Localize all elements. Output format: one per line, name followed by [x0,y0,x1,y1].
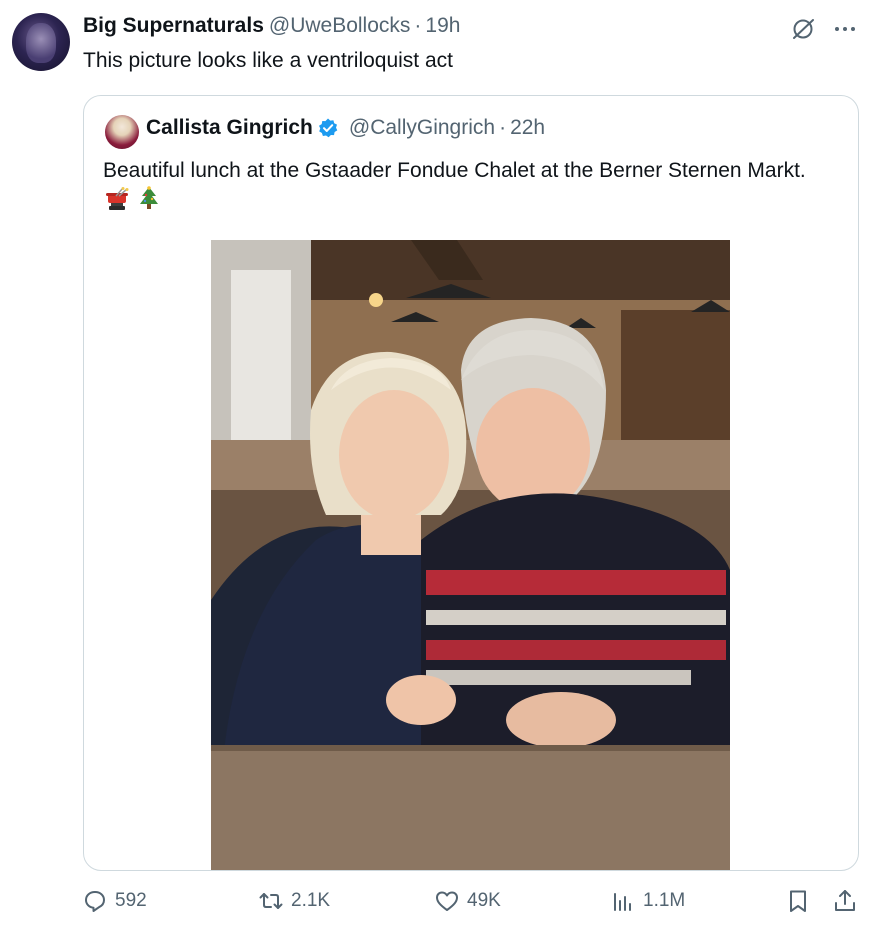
reply-icon [85,891,105,912]
quoted-tweet[interactable]: Callista Gingrich @CallyGingrich · 22h B… [83,95,859,871]
repost-button[interactable]: 2.1K [258,888,330,914]
grok-icon[interactable] [790,16,816,42]
like-icon [436,891,458,911]
tweet-header: Big Supernaturals @UweBollocks · 19h [83,14,460,42]
repost-count: 2.1K [291,890,331,911]
views-button[interactable]: 1.1M [610,888,685,914]
quoted-author-handle[interactable]: @CallyGingrich [349,116,495,140]
action-bar: 592 2.1K 49K 1.1M [0,888,874,924]
quoted-tweet-text-block: Beautiful lunch at the Gstaader Fondue C… [103,156,833,217]
author-name[interactable]: Big Supernaturals [83,14,264,38]
fondue-pot-icon [106,187,129,210]
share-icon[interactable] [832,888,858,914]
more-icon[interactable] [832,16,858,42]
views-icon [614,893,631,911]
verified-icon [318,118,338,138]
reply-count: 592 [115,890,147,911]
quoted-tweet-text: Beautiful lunch at the Gstaader Fondue C… [103,159,806,182]
views-count: 1.1M [643,890,686,911]
like-button[interactable]: 49K [434,888,501,914]
like-count: 49K [467,890,501,911]
quoted-tweet-header: Callista Gingrich @CallyGingrich · 22h [146,116,545,140]
separator-dot: · [414,14,422,37]
separator-dot: · [499,116,507,139]
quoted-tweet-time[interactable]: 22h [510,116,545,140]
quoted-author-avatar[interactable] [105,115,139,149]
christmas-tree-icon [139,186,158,209]
retweet-icon [259,893,283,909]
quoted-author-name[interactable]: Callista Gingrich [146,116,313,140]
author-avatar[interactable] [12,13,70,71]
author-handle[interactable]: @UweBollocks [269,14,411,38]
reply-button[interactable]: 592 [82,888,147,914]
quoted-tweet-photo[interactable] [211,240,730,871]
tweet-time[interactable]: 19h [425,14,460,38]
bookmark-icon[interactable] [785,888,811,914]
tweet-text: This picture looks like a ventriloquist … [83,49,453,72]
